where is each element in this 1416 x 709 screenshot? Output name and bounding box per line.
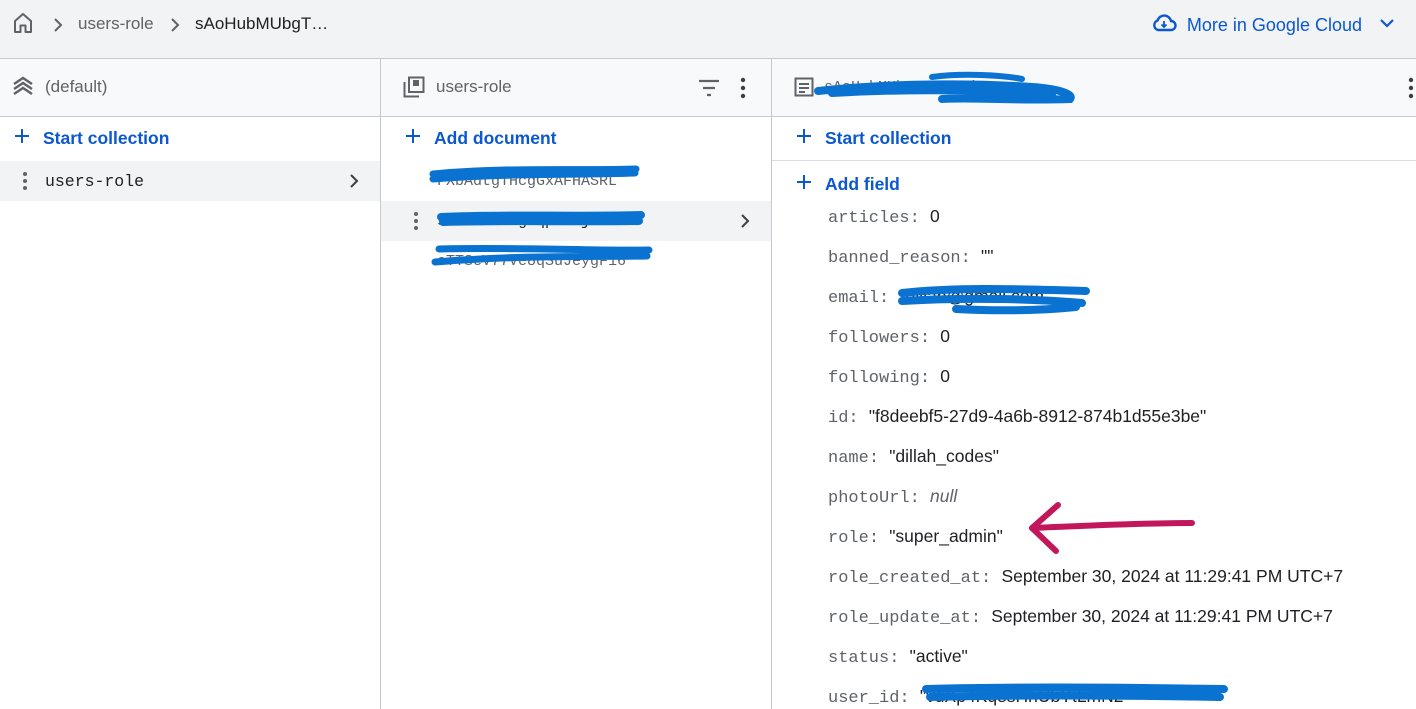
field-row[interactable]: role_update_at: September 30, 2024 at 11… <box>828 606 1333 628</box>
cloud-icon <box>1151 13 1177 38</box>
database-panel: (default) Start collection users-role <box>0 59 381 709</box>
field-key: email <box>828 289 880 308</box>
annotation-arrow <box>1029 502 1195 554</box>
redaction-scribble <box>922 683 1228 701</box>
add-field-label: Add field <box>825 173 900 194</box>
database-name: (default) <box>45 77 108 96</box>
database-stack-icon <box>11 76 35 103</box>
plus-icon <box>795 127 813 150</box>
chevron-down-icon <box>1378 14 1396 37</box>
collection-item-users-role[interactable]: users-role <box>0 161 380 201</box>
field-value: "super_admin" <box>889 526 1003 546</box>
more-vert-icon[interactable] <box>1406 77 1416 104</box>
add-document-label: Add document <box>434 127 557 148</box>
field-key: photoUrl <box>828 489 910 508</box>
field-key: role <box>828 529 869 548</box>
field-value: "active" <box>909 646 968 666</box>
collection-icon <box>403 76 425 103</box>
field-value: 0 <box>930 206 940 226</box>
chevron-right-icon <box>50 17 66 38</box>
more-vert-icon[interactable] <box>17 171 33 196</box>
breadcrumb-collection[interactable]: users-role <box>78 14 154 34</box>
document-icon <box>794 77 814 102</box>
field-value: 0 <box>940 366 950 386</box>
more-vert-icon[interactable] <box>736 77 750 104</box>
plus-icon <box>404 127 422 150</box>
field-key: id <box>828 409 849 428</box>
collection-panel: users-role Add document FXbAdtgTHcgGxAFH… <box>381 59 772 709</box>
add-document-button[interactable]: Add document <box>404 126 557 150</box>
field-value: September 30, 2024 at 11:29:41 PM UTC+7 <box>991 606 1333 626</box>
home-icon[interactable] <box>11 11 35 40</box>
field-value: September 30, 2024 at 11:29:41 PM UTC+7 <box>1001 566 1344 586</box>
filter-icon[interactable] <box>697 78 721 103</box>
field-value: null <box>930 486 958 506</box>
field-value: "f8deebf5-27d9-4a6b-8912-874b1d55e3be" <box>868 406 1207 426</box>
start-subcollection-button[interactable]: Start collection <box>795 126 951 150</box>
redaction-scribble <box>814 71 1075 104</box>
field-key: role_created_at <box>828 569 982 588</box>
start-collection-label: Start collection <box>825 127 952 148</box>
document-panel-header: sAoHubMUbgTqpKNuj <box>772 59 1416 117</box>
field-key: banned_reason <box>828 249 961 268</box>
field-value: "dillah_codes" <box>889 446 999 466</box>
more-in-google-cloud-label: More in Google Cloud <box>1186 14 1362 35</box>
field-row[interactable]: following: 0 <box>828 366 950 388</box>
field-value: "" <box>981 246 994 266</box>
plus-icon <box>795 173 813 196</box>
start-collection-label: Start collection <box>43 127 170 148</box>
redaction-scribble <box>898 285 1090 315</box>
collection-name: users-role <box>45 172 145 191</box>
chevron-right-icon <box>167 17 183 38</box>
field-key: user_id <box>828 689 900 708</box>
breadcrumb-document[interactable]: sAoHubMUbgT… <box>195 14 328 34</box>
field-key: name <box>828 449 869 468</box>
chevron-right-icon <box>346 173 362 194</box>
field-key: articles <box>828 209 910 228</box>
field-row[interactable]: articles: 0 <box>828 206 940 228</box>
field-key: status <box>828 649 890 668</box>
add-field-button[interactable]: Add field <box>795 172 900 196</box>
plus-icon <box>13 127 31 150</box>
field-key: followers <box>828 329 920 348</box>
divider <box>772 160 1416 161</box>
field-value: 0 <box>940 326 950 346</box>
collection-panel-header: users-role <box>381 59 771 117</box>
field-row[interactable]: role: "super_admin" <box>828 526 1003 548</box>
top-bar: users-role sAoHubMUbgT… More in Google C… <box>0 0 1416 59</box>
field-row[interactable]: status: "active" <box>828 646 968 668</box>
document-panel: sAoHubMUbgTqpKNuj Start collection Add f… <box>772 59 1416 709</box>
database-panel-header: (default) <box>0 59 380 117</box>
redaction-scribble <box>429 165 653 266</box>
field-key: following <box>828 369 920 388</box>
start-collection-button[interactable]: Start collection <box>13 126 169 150</box>
field-key: role_update_at <box>828 609 971 628</box>
field-row[interactable]: banned_reason: "" <box>828 246 993 268</box>
field-row[interactable]: name: "dillah_codes" <box>828 446 999 468</box>
field-row[interactable]: role_created_at: September 30, 2024 at 1… <box>828 566 1343 588</box>
collection-title: users-role <box>436 77 512 96</box>
more-in-google-cloud-button[interactable]: More in Google Cloud <box>1151 12 1396 38</box>
field-row[interactable]: followers: 0 <box>828 326 950 348</box>
field-row[interactable]: photoUrl: null <box>828 486 957 508</box>
field-row[interactable]: id: "f8deebf5-27d9-4a6b-8912-874b1d55e3b… <box>828 406 1206 428</box>
